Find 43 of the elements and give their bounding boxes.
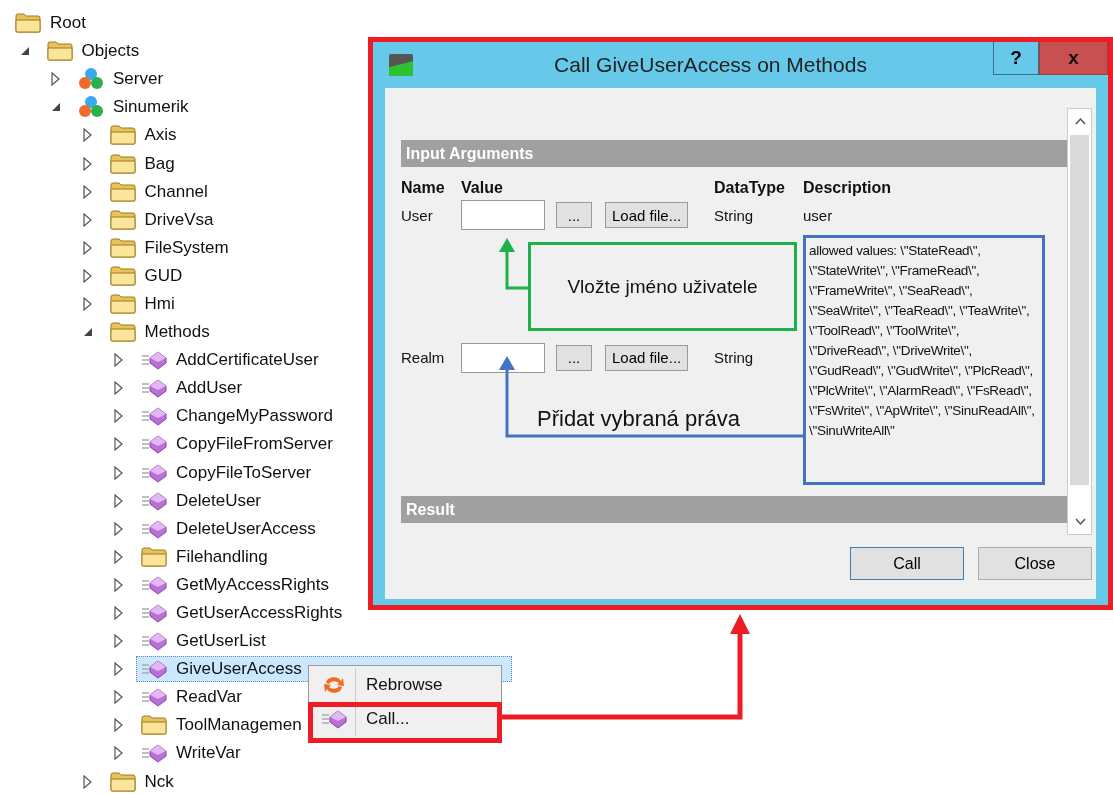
column-header: DataType — [714, 178, 786, 198]
argument-name: Realm — [401, 349, 446, 366]
tree-label: AddUser — [176, 378, 243, 399]
column-header: Name — [401, 178, 446, 198]
allowed-values-description: allowed values: \"StateRead\", \"StateWrite\", \"FrameRead\", \"FrameWrite\", \"SeaRead\", \"SeaWrite\", \"TeaRead\", \"TeaWrite\", \"ToolRead\", \"ToolWrite\", \"DriveRead\", \"DriveWrite\", \"GudRead\", \"GudWrite\", \"PlcRead\", \"PlcWrite\", \"AlarmRead\", \"FsRead\", \"FsWrite\", \"ApWrite\", \"SinuReadAll\", \"SinuWriteAll\" — [803, 235, 1045, 485]
description: user — [803, 206, 834, 224]
tree-label: Sinumerik — [113, 97, 189, 118]
tree-label: DeleteUser — [176, 490, 262, 511]
tree-label: Channel — [144, 181, 208, 202]
tree-label: DeleteUserAccess — [176, 518, 316, 539]
tree-label: Axis — [144, 125, 177, 146]
tree-label: CopyFileFromServer — [176, 434, 333, 455]
callout-text: Přidat vybraná práva — [537, 406, 740, 432]
argument-name: User — [401, 206, 434, 224]
tree-label: Methods — [144, 322, 210, 343]
window-title: Call GiveUserAccess on Methods — [554, 53, 867, 77]
tree-label: GetMyAccessRights — [176, 574, 330, 595]
section-header: Input Arguments — [401, 140, 1067, 167]
tree-label: Server — [113, 69, 164, 90]
tree-label: Objects — [81, 41, 140, 62]
tree-label: ReadVar — [176, 687, 242, 708]
tree-label: GiveUserAccess — [176, 659, 302, 680]
callout-box: Vložte jméno uživatele — [528, 242, 797, 331]
tree-label: DriveVsa — [144, 209, 214, 230]
section-header: Result — [401, 496, 1067, 523]
tree-label: FileSystem — [144, 237, 229, 258]
tree-label: ChangeMyPassword — [176, 406, 333, 427]
tree-label: CopyFileToServer — [176, 462, 312, 483]
tree-label: Hmi — [144, 294, 175, 314]
tree-label: Bag — [144, 153, 175, 174]
column-header: Value — [461, 178, 504, 198]
tree-label: GetUserList — [176, 631, 266, 652]
tree-label: ToolManagemen — [176, 715, 302, 736]
tree-label: AddCertificateUser — [176, 350, 319, 371]
tree-label: Filehandling — [176, 546, 268, 567]
tree-label: Root — [50, 13, 86, 34]
data-type: String — [714, 206, 755, 224]
tree-label: Nck — [144, 771, 174, 792]
data-type: String — [714, 349, 755, 366]
column-header: Description — [803, 178, 892, 198]
tree-label: GetUserAccessRights — [176, 603, 343, 623]
tree-label: WriteVar — [176, 743, 241, 764]
tree-label: GUD — [144, 265, 183, 286]
